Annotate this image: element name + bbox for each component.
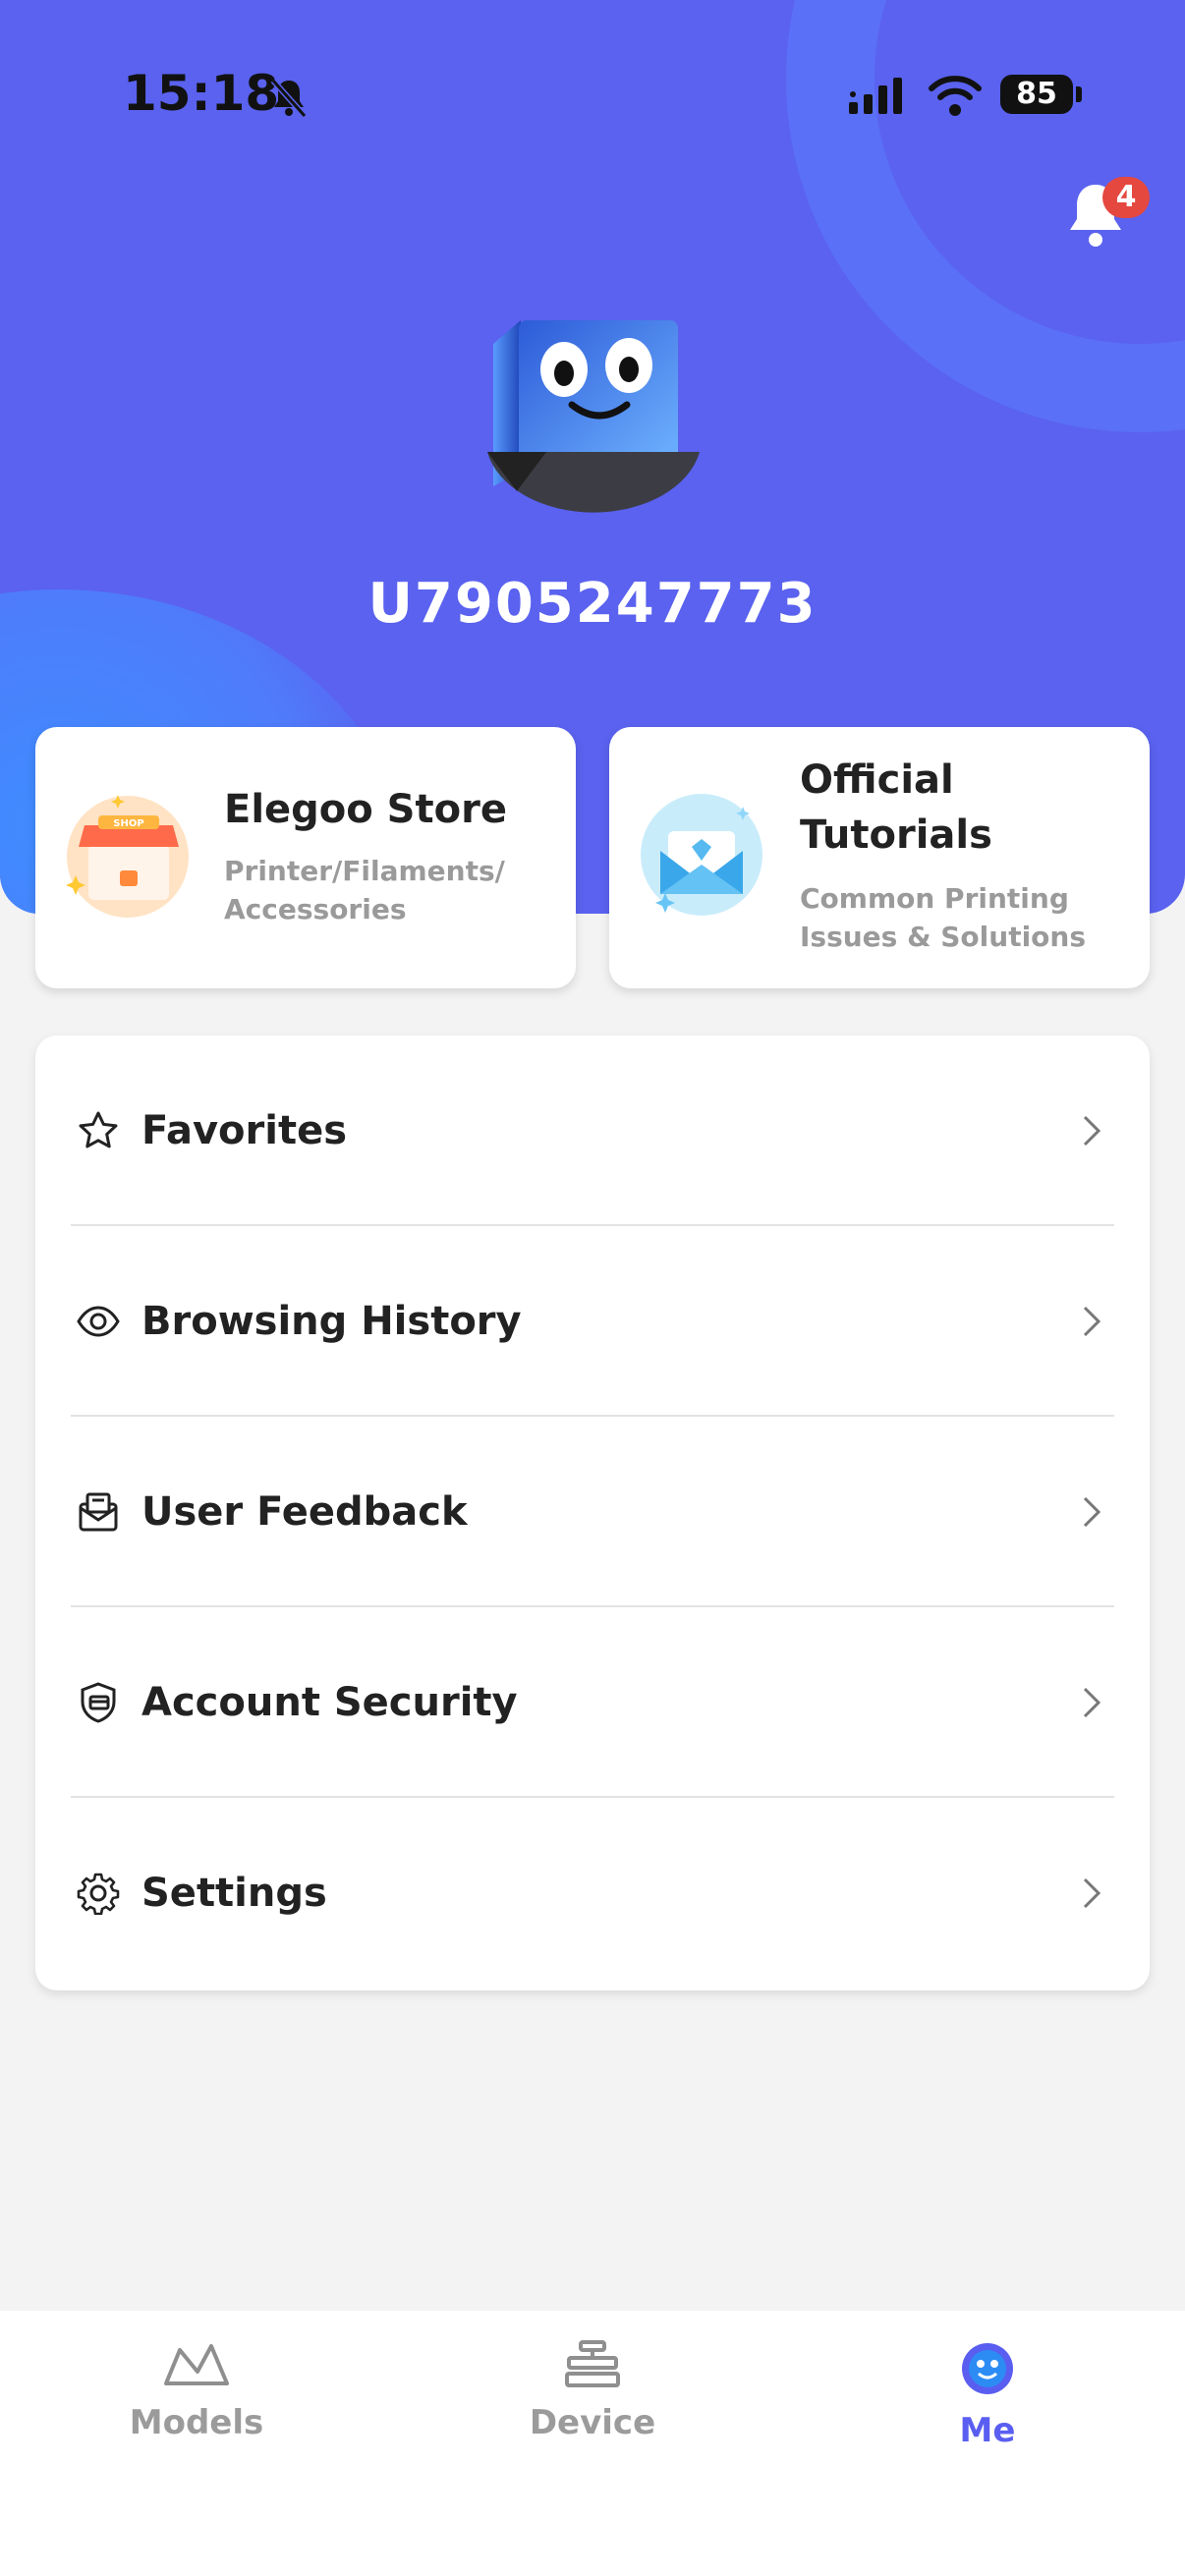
tab-me[interactable]: Me — [840, 2340, 1135, 2450]
username: U7905247773 — [367, 572, 818, 636]
menu-item-label: Account Security — [141, 1680, 518, 1725]
tutorial-mail-icon — [641, 794, 762, 916]
chevron-right-icon — [1083, 1306, 1101, 1337]
tab-label: Models — [129, 2403, 264, 2442]
battery-tip — [1076, 86, 1082, 102]
menu-list: Favorites Browsing History User Feedback… — [35, 1036, 1150, 1990]
chevron-right-icon — [1083, 1496, 1101, 1528]
models-icon — [164, 2344, 229, 2385]
chevron-right-icon — [1083, 1687, 1101, 1718]
menu-item-label: Browsing History — [141, 1299, 522, 1344]
status-time: 15:18 — [123, 65, 280, 122]
wifi-icon — [929, 76, 982, 116]
tab-label: Device — [529, 2403, 656, 2442]
tab-label: Me — [959, 2411, 1016, 2450]
chevron-right-icon — [1083, 1115, 1101, 1147]
tab-models[interactable]: Models — [49, 2340, 344, 2442]
shield-icon — [81, 1682, 116, 1723]
official-tutorials-card[interactable]: Official Tutorials Common Printing Issue… — [609, 727, 1150, 988]
chevron-right-icon — [1083, 1877, 1101, 1909]
menu-item-favorites[interactable]: Favorites — [35, 1036, 1150, 1226]
tab-bar: Models Device Me — [0, 2311, 1185, 2576]
feedback-icon — [79, 1492, 118, 1532]
store-title: Elegoo Store — [224, 787, 507, 832]
tab-device[interactable]: Device — [445, 2340, 740, 2442]
menu-item-label: Settings — [141, 1871, 327, 1916]
shop-icon-text: SHOP — [113, 818, 143, 829]
menu-item-settings[interactable]: Settings — [35, 1798, 1150, 1988]
tutorials-subtitle: Common Printing Issues & Solutions — [800, 882, 1087, 953]
gear-icon — [77, 1873, 120, 1915]
printer-icon — [565, 2340, 620, 2387]
notification-badge: 4 — [1102, 177, 1150, 218]
status-bar: 15:18 85 — [0, 0, 1185, 187]
menu-item-label: User Feedback — [141, 1489, 468, 1535]
battery-level: 85 — [1000, 75, 1073, 114]
menu-item-account-security[interactable]: Account Security — [35, 1607, 1150, 1798]
star-icon — [79, 1111, 118, 1148]
signal-icon — [849, 78, 902, 114]
menu-item-user-feedback[interactable]: User Feedback — [35, 1417, 1150, 1607]
menu-item-browsing-history[interactable]: Browsing History — [35, 1226, 1150, 1417]
avatar[interactable] — [481, 314, 717, 540]
elegoo-store-card[interactable]: SHOP Elegoo Store Printer/Filaments/ Acc… — [35, 727, 576, 988]
eye-icon — [77, 1306, 120, 1337]
tutorials-title: Official Tutorials — [800, 757, 992, 858]
store-subtitle: Printer/Filaments/ Accessories — [224, 855, 505, 925]
shop-icon: SHOP — [66, 795, 189, 918]
menu-item-label: Favorites — [141, 1108, 348, 1153]
me-icon — [962, 2343, 1013, 2394]
silent-bell-icon — [270, 79, 308, 118]
